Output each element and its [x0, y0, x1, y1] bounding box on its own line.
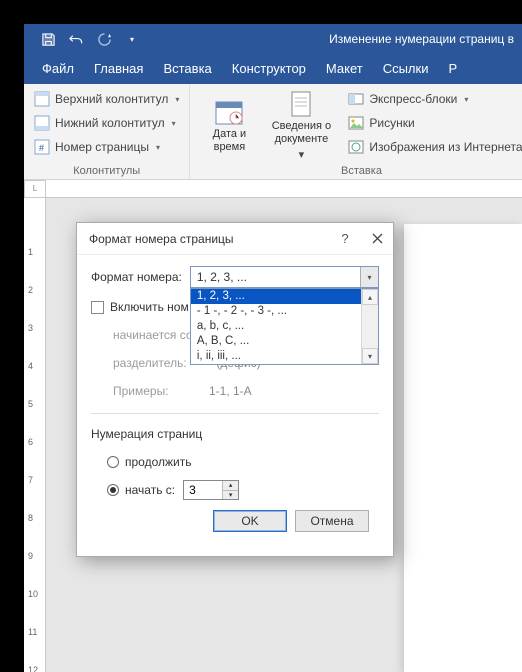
save-icon[interactable]: [40, 31, 56, 47]
quick-parts-icon: [348, 91, 364, 107]
examples-value: 1-1, 1-A: [209, 384, 252, 398]
start-at-input[interactable]: [184, 481, 222, 499]
page-number-button[interactable]: # Номер страницы ▾: [30, 136, 183, 158]
quick-parts-button[interactable]: Экспресс-блоки ▾: [344, 88, 522, 110]
number-format-dropdown: 1, 2, 3, ... - 1 -, - 2 -, - 3 -, ... a,…: [190, 288, 379, 365]
group-label-headers-footers: Колонтитулы: [30, 163, 183, 179]
quick-access-toolbar: ▾: [24, 31, 140, 47]
continue-label: продолжить: [125, 455, 191, 469]
dialog-titlebar: Формат номера страницы ?: [77, 223, 393, 255]
page-number-format-dialog: Формат номера страницы ? Формат номера: …: [76, 222, 394, 557]
pictures-label: Рисунки: [369, 116, 414, 130]
online-pictures-button[interactable]: Изображения из Интернета: [344, 136, 522, 158]
document-page[interactable]: [404, 224, 522, 672]
chapter-starts-with-label: начинается со: [113, 328, 193, 342]
vertical-ruler[interactable]: 1 2 3 4 5 6 7 8 9 10 11 12: [24, 198, 46, 672]
start-at-spinner[interactable]: ▴ ▾: [183, 480, 239, 500]
close-icon: [372, 233, 383, 244]
document-title: Изменение нумерации страниц в: [329, 32, 522, 46]
help-button[interactable]: ?: [329, 223, 361, 255]
examples-label: Примеры:: [113, 384, 209, 398]
tab-layout[interactable]: Макет: [316, 54, 373, 84]
page-numbering-section-title: Нумерация страниц: [91, 427, 202, 441]
tab-r[interactable]: Р: [438, 54, 467, 84]
pictures-button[interactable]: Рисунки: [344, 112, 522, 134]
spin-down-button[interactable]: ▾: [223, 490, 238, 500]
header-button[interactable]: Верхний колонтитул ▾: [30, 88, 183, 110]
footer-label: Нижний колонтитул: [55, 116, 165, 130]
close-button[interactable]: [361, 223, 393, 255]
chevron-down-icon: ▾: [156, 143, 160, 152]
ok-button[interactable]: OK: [213, 510, 287, 532]
start-at-label: начать с:: [125, 483, 175, 497]
spin-up-button[interactable]: ▴: [223, 481, 238, 490]
quick-parts-label: Экспресс-блоки: [369, 92, 457, 106]
page-number-icon: #: [34, 139, 50, 155]
format-option[interactable]: 1, 2, 3, ...: [191, 289, 361, 304]
page-number-label: Номер страницы: [55, 140, 149, 154]
online-pictures-label: Изображения из Интернета: [369, 140, 522, 154]
number-format-value: 1, 2, 3, ...: [191, 270, 360, 284]
combo-dropdown-button[interactable]: ▾: [360, 267, 378, 287]
online-pictures-icon: [348, 139, 364, 155]
pictures-icon: [348, 115, 364, 131]
redo-icon[interactable]: [96, 31, 112, 47]
undo-icon[interactable]: [68, 31, 84, 47]
tab-references[interactable]: Ссылки: [373, 54, 439, 84]
calendar-icon: [214, 98, 244, 126]
chevron-down-icon: ▾: [175, 95, 179, 104]
include-chapter-label: Включить ном: [110, 300, 189, 314]
number-format-combo[interactable]: 1, 2, 3, ... ▾ 1, 2, 3, ... - 1 -, - 2 -…: [190, 266, 379, 288]
scroll-up-button[interactable]: ▴: [362, 289, 378, 305]
title-bar: ▾ Изменение нумерации страниц в: [24, 24, 522, 54]
dialog-title: Формат номера страницы: [89, 232, 329, 246]
format-option[interactable]: i, ii, iii, ...: [191, 349, 361, 364]
cancel-button[interactable]: Отмена: [295, 510, 369, 532]
tab-design[interactable]: Конструктор: [222, 54, 316, 84]
ribbon-group-insert: Дата и время Сведения о документе ▾ Экспр…: [190, 84, 522, 179]
ribbon-tabs: Файл Главная Вставка Конструктор Макет С…: [24, 54, 522, 84]
footer-button[interactable]: Нижний колонтитул ▾: [30, 112, 183, 134]
format-option[interactable]: a, b, c, ...: [191, 319, 361, 334]
format-option[interactable]: - 1 -, - 2 -, - 3 -, ...: [191, 304, 361, 319]
ruler-corner[interactable]: L: [24, 180, 46, 198]
ribbon: Верхний колонтитул ▾ Нижний колонтитул ▾ #…: [24, 84, 522, 180]
header-icon: [34, 91, 50, 107]
tab-file[interactable]: Файл: [32, 54, 84, 84]
continue-radio[interactable]: [107, 456, 119, 468]
tab-home[interactable]: Главная: [84, 54, 153, 84]
ribbon-group-headers-footers: Верхний колонтитул ▾ Нижний колонтитул ▾ #…: [24, 84, 190, 179]
document-info-icon: [286, 90, 316, 118]
dropdown-scrollbar[interactable]: ▴ ▾: [361, 289, 378, 364]
date-time-button[interactable]: Дата и время: [196, 88, 262, 163]
footer-icon: [34, 115, 50, 131]
chevron-down-icon: ▾: [172, 119, 176, 128]
number-format-label: Формат номера:: [91, 270, 182, 284]
horizontal-ruler[interactable]: [46, 180, 522, 198]
date-time-label: Дата и время: [213, 128, 247, 154]
format-option[interactable]: A, B, C, ...: [191, 334, 361, 349]
doc-info-button[interactable]: Сведения о документе ▾: [262, 88, 340, 163]
qat-customize-icon[interactable]: ▾: [124, 31, 140, 47]
tab-insert[interactable]: Вставка: [153, 54, 221, 84]
svg-text:#: #: [39, 143, 44, 153]
include-chapter-checkbox[interactable]: [91, 301, 104, 314]
group-label-insert: Вставка: [196, 163, 522, 179]
scroll-down-button[interactable]: ▾: [362, 348, 378, 364]
start-at-radio[interactable]: [107, 484, 119, 496]
chevron-down-icon: ▾: [464, 95, 468, 104]
chevron-down-icon: ▾: [299, 148, 305, 161]
header-label: Верхний колонтитул: [55, 92, 168, 106]
doc-info-label: Сведения о документе: [272, 120, 331, 146]
